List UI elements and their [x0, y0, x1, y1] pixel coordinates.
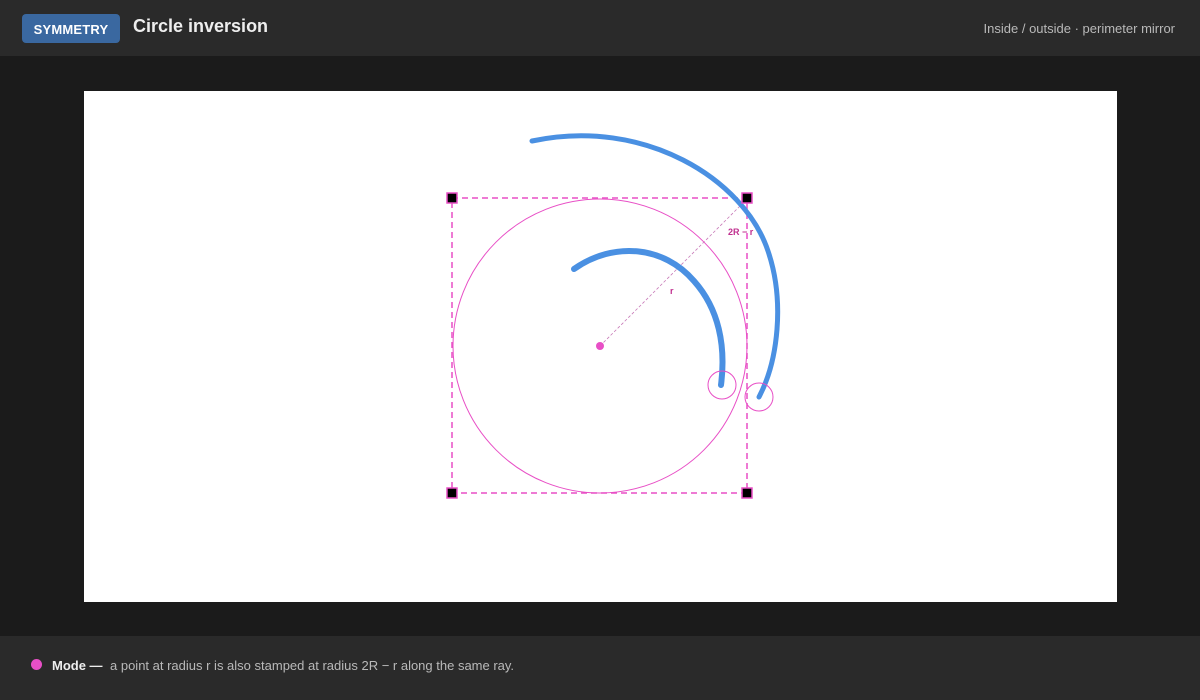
radius-guide-line — [599, 198, 748, 347]
center-point-icon[interactable] — [596, 342, 604, 350]
mode-description: a point at radius r is also stamped at r… — [110, 658, 515, 673]
mirrored-stroke — [529, 133, 781, 400]
mode-label: Mode — — [52, 658, 103, 673]
canvas-svg: r 2R − r — [446, 133, 781, 499]
handle-top-left[interactable] — [446, 192, 458, 204]
radius-label: r — [670, 286, 674, 296]
mode-dot-icon — [31, 659, 42, 670]
handle-top-right[interactable] — [741, 192, 753, 204]
drawn-stroke — [571, 248, 726, 388]
page-title: Circle inversion — [133, 16, 269, 36]
symmetry-badge[interactable]: SYMMETRY — [22, 14, 120, 43]
handle-bottom-left[interactable] — [446, 487, 458, 499]
footer-bar: Mode — a point at radius r is also stamp… — [0, 636, 1200, 700]
drawing-canvas[interactable]: r 2R − r — [84, 91, 1117, 602]
top-bar: SYMMETRY Circle inversion Inside / outsi… — [0, 0, 1200, 56]
mode-subtitle: Inside / outside · perimeter mirror — [983, 21, 1175, 36]
mirror-radius-label: 2R − r — [728, 227, 754, 237]
handle-bottom-right[interactable] — [741, 487, 753, 499]
